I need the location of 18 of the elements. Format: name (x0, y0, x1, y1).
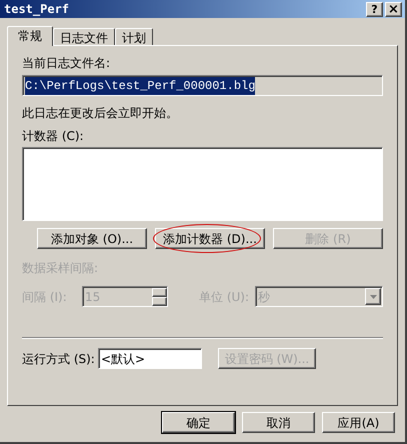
tab[interactable]: 日志文件 (53, 28, 115, 45)
button[interactable]: 添加对象 (O)... (37, 228, 147, 249)
tab[interactable]: 计划 (115, 28, 153, 45)
help-button[interactable]: ? (366, 2, 383, 16)
button[interactable]: 确定 (162, 412, 235, 433)
run-as-field[interactable]: <默认> (98, 348, 202, 369)
close-button[interactable]: × (385, 2, 402, 16)
log-file-field[interactable]: C:\PerfLogs\test_Perf_000001.blg (22, 75, 383, 96)
field-label: 计数器 (C): (22, 128, 85, 145)
window-title: test_Perf (4, 1, 70, 18)
field-label: 运行方式 (S): (22, 350, 96, 368)
button[interactable]: 应用(A) (322, 412, 395, 433)
button[interactable]: 添加计数器 (D)... (155, 228, 265, 249)
field-label: 当前日志文件名: (22, 55, 112, 72)
counter-list[interactable] (22, 147, 383, 221)
tab[interactable]: 常规 (7, 26, 53, 46)
notice-text: 此日志在更改后会立即开始。 (22, 105, 179, 122)
button[interactable]: 取消 (242, 412, 315, 433)
